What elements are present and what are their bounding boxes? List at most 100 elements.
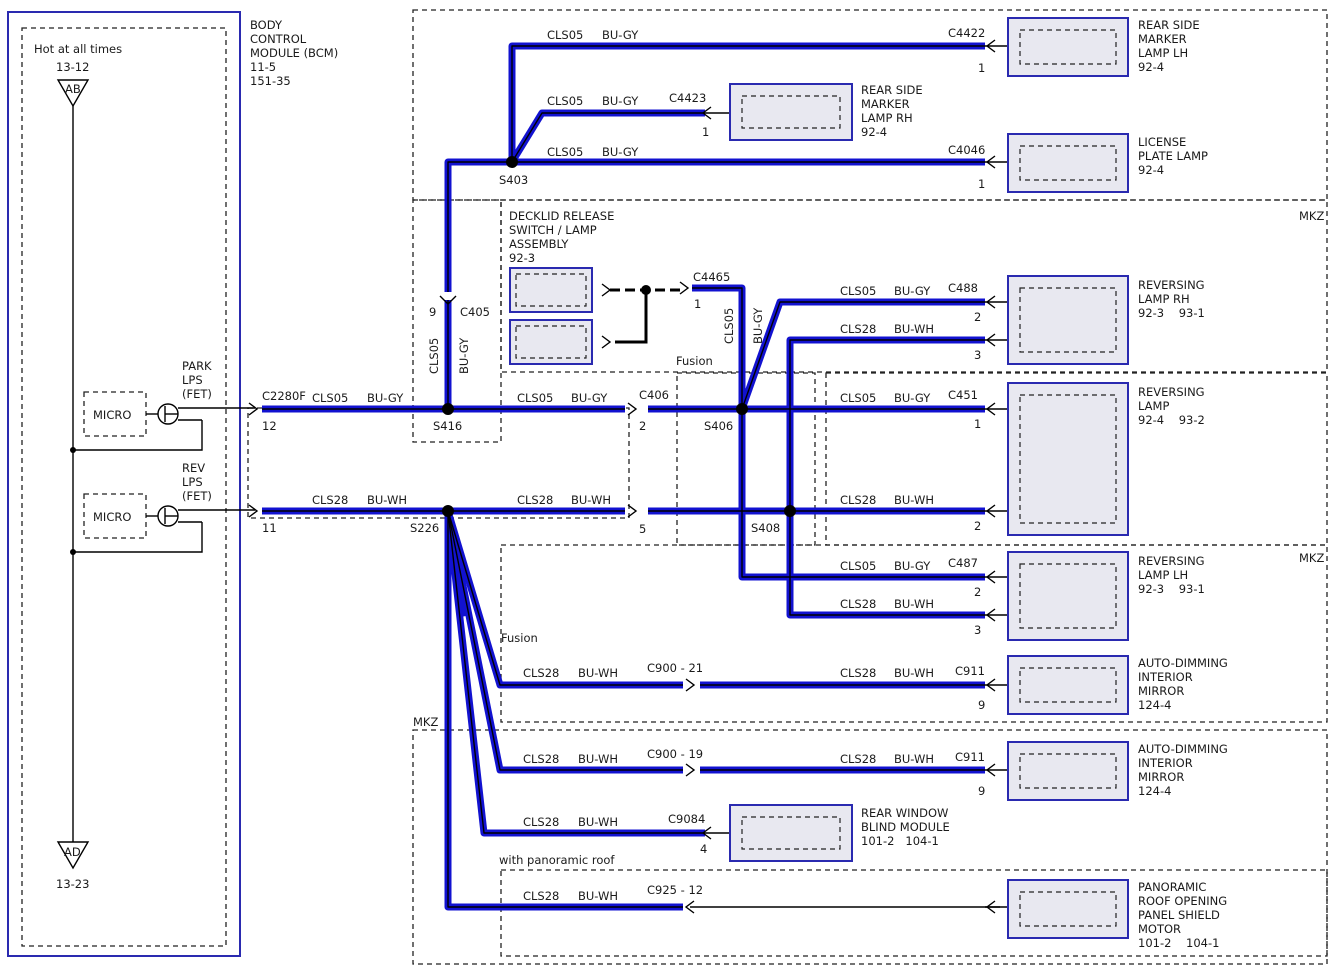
connectors-pin3-text: 3	[974, 348, 981, 362]
regions-pano-text: with panoramic roof	[499, 853, 615, 867]
wires-buwh-text: BU-WH	[367, 493, 407, 507]
decklid-arrows	[601, 283, 612, 349]
connectors-c406-pin-a-text: 2	[639, 419, 646, 433]
wires-cls05-text: CLS05	[722, 308, 736, 344]
connectors-c9084-text: C9084	[668, 812, 705, 826]
wires-buwh-text: BU-WH	[571, 493, 611, 507]
wires-cls28-text: CLS28	[523, 752, 559, 766]
components-rsm-lh-2-text: LAMP LH	[1138, 46, 1188, 60]
connectors-c911a-text: C911	[955, 664, 985, 678]
pin-12: 12	[262, 419, 277, 433]
wires-bugy-text: BU-GY	[894, 559, 931, 573]
park-l3: (FET)	[182, 387, 212, 401]
micro-2: MICRO	[93, 510, 131, 524]
regions-fusion1-text: Fusion	[676, 354, 713, 368]
park-l2: LPS	[182, 373, 203, 387]
components-rsm-rh-0-text: REAR SIDE	[861, 83, 923, 97]
connectors-c4465-pin-text: 1	[694, 297, 701, 311]
splices-s226-text: S226	[410, 521, 439, 535]
components-roof-3-text: MOTOR	[1138, 922, 1181, 936]
bcm-title-1: BODY	[250, 18, 283, 32]
connectors-pin2-text: 2	[974, 585, 981, 599]
wires-cls05-text: CLS05	[312, 391, 348, 405]
wires-cls05-text: CLS05	[547, 94, 583, 108]
wires-cls05-text: CLS05	[840, 559, 876, 573]
components-rsm-rh-1-text: MARKER	[861, 97, 910, 111]
bcm-module: Hot at all times 13-12 AB AD 13-23 MICRO…	[7, 11, 338, 957]
splices-s403-text: S403	[499, 173, 528, 187]
connectors-pin1-text: 1	[974, 417, 981, 431]
wires-bugy-text: BU-GY	[457, 337, 471, 374]
park-l1: PARK	[182, 359, 212, 373]
components-decklid-2-text: ASSEMBLY	[509, 237, 569, 251]
connectors-pin9-text: 9	[978, 698, 985, 712]
components-mirror1-3-text: 124-4	[1138, 698, 1171, 712]
wires-cls28-text: CLS28	[840, 322, 876, 336]
connectors-c405-text: C405	[460, 305, 490, 319]
connectors-c406-pin-b-text: 5	[639, 522, 646, 536]
components-license-2-text: 92-4	[1138, 163, 1164, 177]
connectors-c488-text: C488	[948, 281, 978, 295]
wires-buwh-text: BU-WH	[578, 889, 618, 903]
connectors-pin1-text: 1	[702, 125, 709, 139]
wires-buwh-text: BU-WH	[894, 752, 934, 766]
components-rev-lh-0-text: REVERSING	[1138, 554, 1205, 568]
splices-s416-text: S416	[433, 419, 462, 433]
wires-cls28-text: CLS28	[840, 493, 876, 507]
splices-s406-text: S406	[704, 419, 733, 433]
connectors-c406-text: C406	[639, 388, 669, 402]
components-mirror1-0-text: AUTO-DIMMING	[1138, 656, 1228, 670]
wires-cls28-text: CLS28	[523, 666, 559, 680]
components-rsm-lh-1-text: MARKER	[1138, 32, 1187, 46]
components-mirror2-2-text: MIRROR	[1138, 770, 1184, 784]
regions-mkz1-text: MKZ	[1299, 209, 1324, 223]
components-rev-2-text: 92-4 93-2	[1138, 413, 1205, 427]
wires-bugy-text: BU-GY	[602, 145, 639, 159]
connectors-pin1-text: 1	[978, 61, 985, 75]
components-roof-4-text: 101-2 104-1	[1138, 936, 1219, 950]
components-rev-lh-2-text: 92-3 93-1	[1138, 582, 1205, 596]
connectors-c925-text: C925 - 12	[647, 883, 703, 897]
components-blind-2-text: 101-2 104-1	[861, 834, 939, 848]
top-ref: 13-12	[56, 60, 89, 74]
wires-buwh-text: BU-WH	[578, 752, 618, 766]
components-decklid-3-text: 92-3	[509, 251, 535, 265]
components-roof-2-text: PANEL SHIELD	[1138, 908, 1220, 922]
wires-bugy-text: BU-GY	[571, 391, 608, 405]
wires	[262, 42, 985, 911]
wires-cls28-text: CLS28	[312, 493, 348, 507]
wires-cls05-text: CLS05	[840, 391, 876, 405]
wires-buwh-text: BU-WH	[894, 493, 934, 507]
connectors-pin1-text: 1	[978, 177, 985, 191]
connectors-c911b-text: C911	[955, 750, 985, 764]
rev-l1: REV	[182, 461, 205, 475]
wires-cls05-text: CLS05	[517, 391, 553, 405]
wires-bugy-text: BU-GY	[602, 28, 639, 42]
components-rev-rh-1-text: LAMP RH	[1138, 292, 1190, 306]
pin-11: 11	[262, 521, 277, 535]
components-rev-rh-0-text: REVERSING	[1138, 278, 1205, 292]
connectors-pin4-text: 4	[700, 842, 707, 856]
components-mirror1-1-text: INTERIOR	[1138, 670, 1193, 684]
connectors-pin3-text: 3	[974, 623, 981, 637]
pin-stubs	[705, 45, 1016, 908]
splices-s408-text: S408	[751, 521, 780, 535]
connectors-pin2-text: 2	[974, 310, 981, 324]
wires-bugy-text: BU-GY	[894, 391, 931, 405]
wires-cls28-text: CLS28	[523, 815, 559, 829]
top-conn: AB	[65, 82, 81, 96]
wire-cores	[262, 45, 1000, 908]
bottom-conn: AD	[64, 845, 81, 859]
components-blind-1-text: BLIND MODULE	[861, 820, 950, 834]
wires-buwh-text: BU-WH	[894, 666, 934, 680]
bcm-ref-2: 151-35	[250, 74, 291, 88]
components-rev-0-text: REVERSING	[1138, 385, 1205, 399]
connectors-c487-text: C487	[948, 556, 978, 570]
components-rsm-rh-2-text: LAMP RH	[861, 111, 913, 125]
components-rsm-lh-3-text: 92-4	[1138, 60, 1164, 74]
components-mirror2-1-text: INTERIOR	[1138, 756, 1193, 770]
components-mirror2-0-text: AUTO-DIMMING	[1138, 742, 1228, 756]
connectors-c405-pin-text: 9	[429, 305, 436, 319]
wires-cls05-text: CLS05	[427, 338, 441, 374]
wires-bugy-text: BU-GY	[367, 391, 404, 405]
